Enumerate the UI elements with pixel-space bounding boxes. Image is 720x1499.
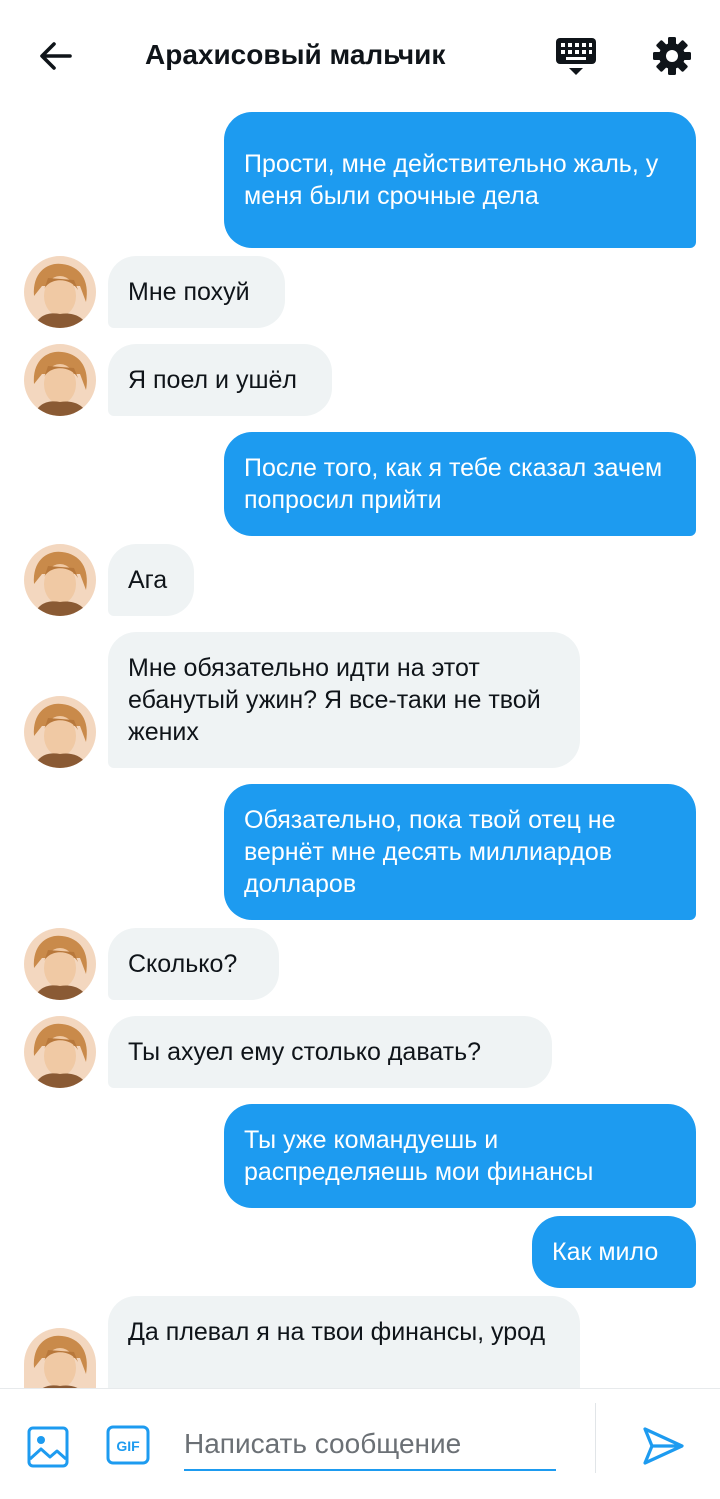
message-bubble[interactable]: Сколько? xyxy=(108,928,279,1000)
keyboard-button[interactable] xyxy=(554,34,598,78)
message-text: Обязательно, пока твой отец не вернёт мн… xyxy=(244,806,616,898)
send-button[interactable] xyxy=(640,1423,686,1469)
gif-icon: GIF xyxy=(106,1425,150,1465)
user-avatar-icon xyxy=(24,1016,96,1088)
message-text: Мне обязательно идти на этот ебанутый уж… xyxy=(128,654,541,746)
avatar[interactable] xyxy=(24,344,96,416)
message-text: После того, как я тебе сказал зачем попр… xyxy=(244,454,663,514)
avatar[interactable] xyxy=(24,696,96,768)
user-avatar-icon xyxy=(24,256,96,328)
add-image-button[interactable] xyxy=(26,1425,70,1469)
message-text: Прости, мне действительно жаль, у меня б… xyxy=(244,150,659,210)
message-text: Ты уже командуешь и распределяешь мои фи… xyxy=(244,1126,594,1186)
message-bubble[interactable]: После того, как я тебе сказал зачем попр… xyxy=(224,432,696,536)
gear-icon xyxy=(653,37,691,75)
avatar[interactable] xyxy=(24,1328,96,1388)
send-icon xyxy=(643,1427,684,1465)
message-input[interactable] xyxy=(184,1419,556,1471)
avatar[interactable] xyxy=(24,928,96,1000)
avatar[interactable] xyxy=(24,1016,96,1088)
user-avatar-icon xyxy=(24,696,96,768)
message-bubble[interactable]: Мне похуй xyxy=(108,256,285,328)
message-bubble[interactable]: Как мило xyxy=(532,1216,696,1288)
message-text: Ага xyxy=(128,566,168,594)
message-bubble[interactable]: Да плевал я на твои финансы, урод xyxy=(108,1296,580,1388)
message-text: Да плевал я на твои финансы, урод xyxy=(128,1318,546,1346)
user-avatar-icon xyxy=(24,544,96,616)
add-gif-button[interactable]: GIF xyxy=(106,1425,150,1465)
message-bubble[interactable]: Ага xyxy=(108,544,194,616)
avatar[interactable] xyxy=(24,544,96,616)
settings-button[interactable] xyxy=(650,34,694,78)
keyboard-icon xyxy=(556,38,596,75)
message-bubble[interactable]: Прости, мне действительно жаль, у меня б… xyxy=(224,112,696,248)
message-bubble[interactable]: Мне обязательно идти на этот ебанутый уж… xyxy=(108,632,580,768)
chat-header: Арахисовый мальчик xyxy=(0,0,720,108)
message-bubble[interactable]: Я поел и ушёл xyxy=(108,344,332,416)
avatar[interactable] xyxy=(24,256,96,328)
message-text: Как мило xyxy=(552,1238,659,1266)
message-text: Я поел и ушёл xyxy=(128,366,298,394)
user-avatar-icon xyxy=(24,344,96,416)
arrow-left-icon xyxy=(40,42,72,70)
user-avatar-icon xyxy=(24,928,96,1000)
message-text: Сколько? xyxy=(128,950,238,978)
message-bubble[interactable]: Ты уже командуешь и распределяешь мои фи… xyxy=(224,1104,696,1208)
conversation-title: Арахисовый мальчик xyxy=(145,39,446,70)
message-bubble[interactable]: Ты ахуел ему столько давать? xyxy=(108,1016,552,1088)
gif-label: GIF xyxy=(116,1438,140,1454)
message-composer: GIF xyxy=(0,1388,720,1499)
user-avatar-icon xyxy=(24,1328,96,1388)
message-text: Ты ахуел ему столько давать? xyxy=(128,1038,482,1066)
message-bubble[interactable]: Обязательно, пока твой отец не вернёт мн… xyxy=(224,784,696,920)
image-icon xyxy=(27,1426,69,1468)
back-button[interactable] xyxy=(36,36,76,76)
message-text: Мне похуй xyxy=(128,278,250,306)
composer-divider xyxy=(595,1403,596,1473)
